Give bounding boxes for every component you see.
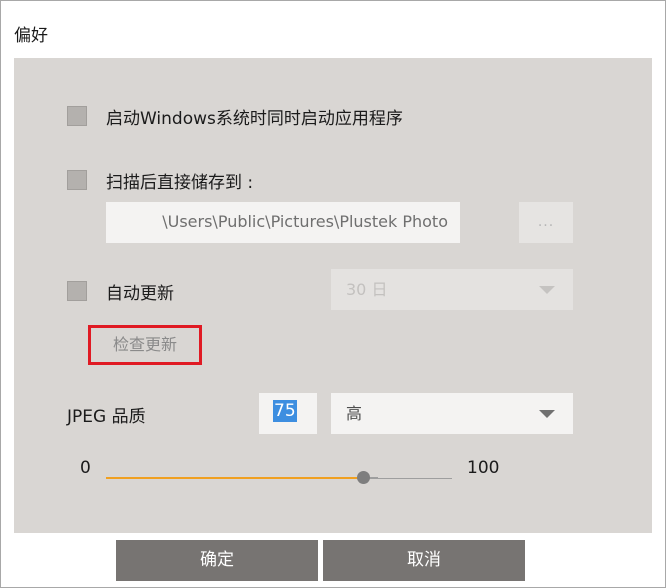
save-path-field[interactable]: \Users\Public\Pictures\Plustek Photo: [106, 202, 460, 243]
update-frequency-value: 30 日: [346, 280, 388, 299]
quality-level-value: 高: [346, 404, 363, 423]
update-frequency-select[interactable]: 30 日: [331, 269, 573, 310]
jpeg-quality-label: JPEG 品质: [67, 407, 146, 427]
preferences-panel: 启动Windows系统时同时启动应用程序 扫描后直接储存到 : \Users\P…: [14, 58, 652, 533]
save-after-scan-checkbox[interactable]: [67, 170, 87, 190]
quality-slider[interactable]: [106, 468, 452, 488]
auto-update-label: 自动更新: [106, 284, 174, 304]
dialog-title: 偏好: [14, 26, 48, 46]
quality-level-select[interactable]: 高: [331, 393, 573, 434]
dropdown-arrow-icon: [539, 285, 555, 294]
save-after-scan-label: 扫描后直接储存到 :: [106, 173, 254, 193]
slider-min-label: 0: [80, 458, 91, 478]
preferences-dialog: 偏好 启动Windows系统时同时启动应用程序 扫描后直接储存到 : \User…: [0, 0, 666, 588]
quality-value-text: 75: [273, 400, 297, 422]
slider-thumb[interactable]: [357, 471, 370, 484]
dropdown-arrow-icon: [539, 409, 555, 418]
ok-button[interactable]: 确定: [116, 540, 318, 581]
check-update-button[interactable]: 检查更新: [88, 325, 202, 365]
auto-update-checkbox[interactable]: [67, 281, 87, 301]
startup-label: 启动Windows系统时同时启动应用程序: [106, 109, 403, 129]
slider-max-label: 100: [467, 458, 500, 478]
title-bar: 偏好: [1, 1, 665, 57]
startup-checkbox[interactable]: [67, 106, 87, 126]
quality-value-input[interactable]: 75: [259, 393, 317, 434]
browse-button[interactable]: ...: [519, 202, 573, 243]
slider-track-filled: [106, 477, 364, 479]
slider-thumb-tick: [369, 477, 378, 479]
cancel-button[interactable]: 取消: [323, 540, 525, 581]
